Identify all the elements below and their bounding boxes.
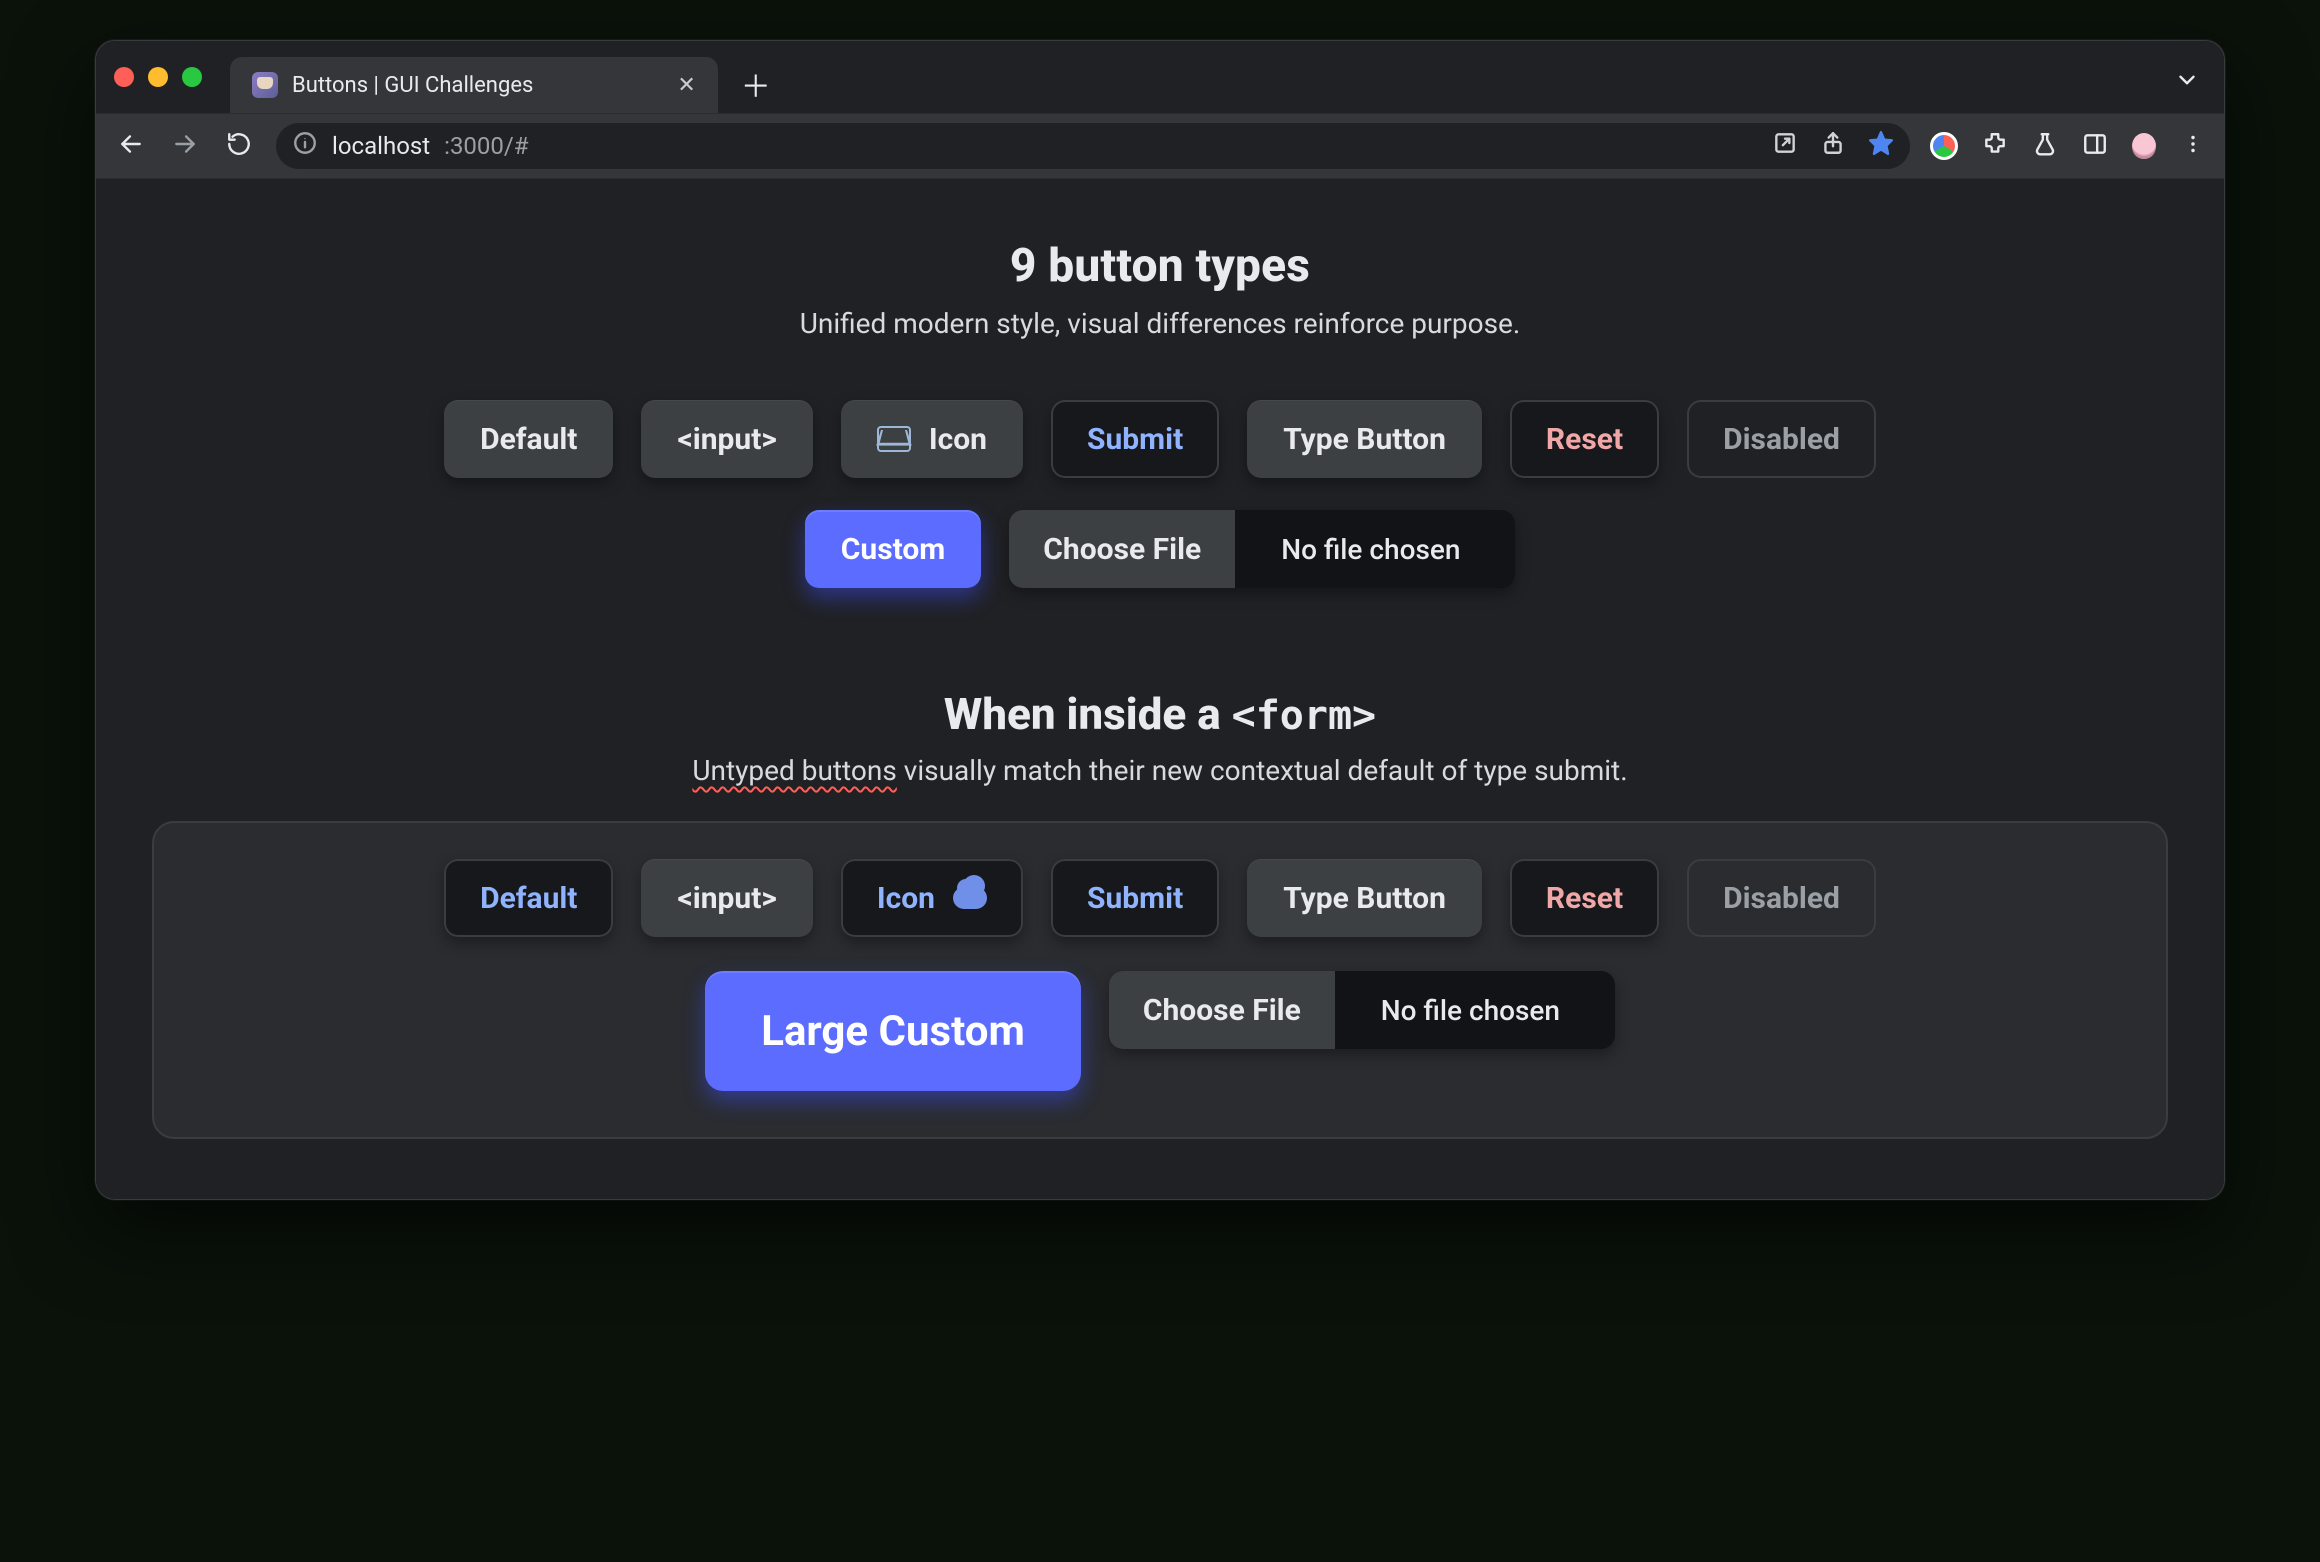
profile-avatar-icon[interactable] [2132, 133, 2156, 159]
icon-button-label: Icon [929, 422, 987, 457]
labs-icon[interactable] [2032, 131, 2058, 161]
subtitle-emphasis: Untyped buttons [692, 754, 896, 787]
page-content: 9 button types Unified modern style, vis… [96, 179, 2224, 1199]
reload-button[interactable] [222, 131, 256, 161]
window-controls [114, 67, 202, 87]
adblocker-extension-icon[interactable] [1930, 132, 1958, 160]
page-subtitle: Unified modern style, visual differences… [126, 307, 2194, 340]
titlebar: Buttons | GUI Challenges ✕ ＋ [96, 41, 2224, 113]
custom-button[interactable]: Custom [805, 510, 982, 588]
back-button[interactable] [114, 131, 148, 161]
browser-toolbar: localhost :3000/# [96, 113, 2224, 179]
site-info-icon[interactable] [292, 130, 318, 162]
button-row-2: Custom Choose File No file chosen [126, 510, 2194, 588]
form-disabled-button: Disabled [1687, 859, 1876, 937]
page-title: 9 button types [126, 239, 2194, 293]
reset-button[interactable]: Reset [1510, 400, 1659, 478]
minimize-window-button[interactable] [148, 67, 168, 87]
section-heading: 9 button types [126, 239, 2194, 293]
form-button-row-2: Large Custom Choose File No file chosen [174, 971, 2146, 1091]
kebab-menu-icon[interactable] [2180, 131, 2206, 161]
form-reset-button[interactable]: Reset [1510, 859, 1659, 937]
submit-button[interactable]: Submit [1051, 400, 1219, 478]
form-type-button[interactable]: Type Button [1247, 859, 1482, 937]
mail-icon [877, 426, 911, 452]
form-title-prefix: When inside a [944, 688, 1232, 740]
disabled-button: Disabled [1687, 400, 1876, 478]
form-choose-file-button[interactable]: Choose File [1109, 971, 1335, 1049]
form-section-title: When inside a <form> [126, 688, 2194, 740]
close-tab-button[interactable]: ✕ [677, 73, 695, 98]
form-section-subtitle: Untyped buttons visually match their new… [126, 754, 2194, 787]
form-icon-button-label: Icon [877, 881, 935, 916]
cloud-icon [953, 887, 987, 909]
choose-file-button[interactable]: Choose File [1009, 510, 1235, 588]
form-file-input[interactable]: Choose File No file chosen [1109, 971, 1615, 1049]
tab-overflow-button[interactable] [2174, 67, 2200, 98]
share-icon[interactable] [1820, 130, 1846, 162]
extension-icons [1930, 131, 2206, 161]
default-button[interactable]: Default [444, 400, 613, 478]
form-section: When inside a <form> Untyped buttons vis… [126, 688, 2194, 1139]
address-bar-actions [1772, 130, 1894, 162]
browser-window: Buttons | GUI Challenges ✕ ＋ localhost :3… [95, 40, 2225, 1200]
extensions-icon[interactable] [1982, 131, 2008, 161]
form-submit-button[interactable]: Submit [1051, 859, 1219, 937]
browser-tab[interactable]: Buttons | GUI Challenges ✕ [230, 57, 718, 113]
button-row: Default <input> Icon Submit Type Button … [126, 400, 2194, 478]
forward-button[interactable] [168, 131, 202, 161]
form-button-row: Default <input> Icon Submit Type Button … [174, 859, 2146, 937]
form-title-code: <form> [1232, 693, 1377, 739]
url-path: :3000/# [444, 132, 528, 160]
url-host: localhost [332, 132, 430, 160]
form-file-status-label: No file chosen [1335, 971, 1615, 1049]
address-bar[interactable]: localhost :3000/# [276, 123, 1910, 169]
form-icon-button[interactable]: Icon [841, 859, 1023, 937]
input-button[interactable]: <input> [641, 400, 812, 478]
icon-button[interactable]: Icon [841, 400, 1023, 478]
close-window-button[interactable] [114, 67, 134, 87]
type-button[interactable]: Type Button [1247, 400, 1482, 478]
sidepanel-icon[interactable] [2082, 131, 2108, 161]
fullscreen-window-button[interactable] [182, 67, 202, 87]
favicon-icon [252, 72, 278, 98]
subtitle-rest: visually match their new contextual defa… [897, 754, 1628, 787]
bookmark-star-icon[interactable] [1868, 130, 1894, 162]
form-input-button[interactable]: <input> [641, 859, 812, 937]
form-panel: Default <input> Icon Submit Type Button … [152, 821, 2168, 1139]
file-input[interactable]: Choose File No file chosen [1009, 510, 1515, 588]
new-tab-button[interactable]: ＋ [736, 64, 776, 104]
open-external-icon[interactable] [1772, 130, 1798, 162]
tab-title: Buttons | GUI Challenges [292, 73, 533, 98]
form-default-button[interactable]: Default [444, 859, 613, 937]
file-status-label: No file chosen [1235, 510, 1515, 588]
large-custom-button[interactable]: Large Custom [705, 971, 1081, 1091]
